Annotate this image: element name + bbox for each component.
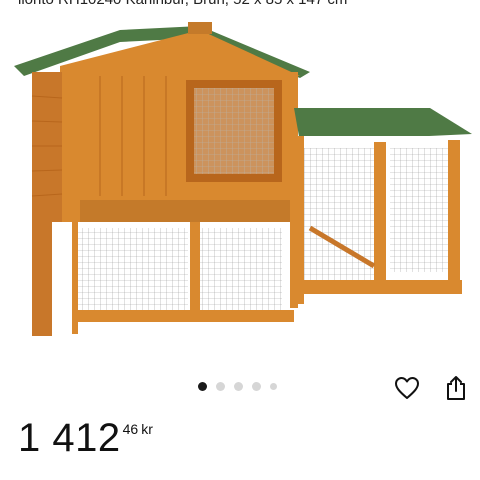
share-button[interactable] [442,374,470,402]
pagination-dot[interactable] [234,382,243,391]
pagination-dot[interactable] [198,382,207,391]
price-whole: 1 412 [18,416,121,460]
price-cents: 46 [122,421,139,437]
product-title: lionto RH10240 Kaninbur, Brun, 52 x 85 x… [18,0,347,8]
pagination-dot[interactable] [270,383,277,390]
heart-icon [395,377,419,399]
price-currency: kr [141,421,153,437]
price: 1 412 46 kr [18,418,153,458]
favorite-button[interactable] [393,374,421,402]
product-image[interactable] [10,16,476,336]
pagination-dot[interactable] [252,382,261,391]
image-pagination[interactable] [198,382,277,391]
pagination-dot[interactable] [216,382,225,391]
share-icon [447,376,465,400]
